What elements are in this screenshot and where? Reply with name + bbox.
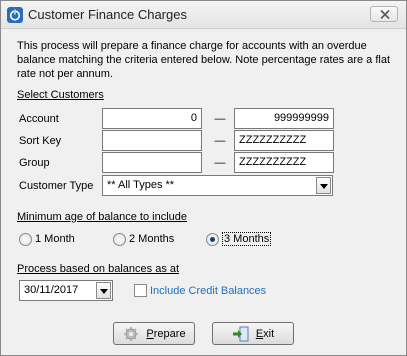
radio-1-month-circle bbox=[19, 232, 32, 246]
process-based-heading: Process based on balances as at bbox=[17, 263, 180, 275]
sort-key-label: Sort Key bbox=[19, 135, 62, 147]
gear-icon bbox=[122, 326, 140, 342]
group-label: Group bbox=[19, 157, 50, 169]
group-from-input[interactable] bbox=[102, 152, 202, 173]
prepare-button[interactable]: Prepare bbox=[113, 322, 195, 345]
chevron-down-icon bbox=[100, 289, 108, 294]
group-to-input[interactable]: ZZZZZZZZZZ bbox=[234, 152, 334, 173]
date-dropdown-button[interactable] bbox=[96, 282, 111, 299]
account-from-input[interactable]: 0 bbox=[102, 108, 202, 129]
exit-button[interactable]: Exit bbox=[212, 322, 294, 345]
group-dash: — bbox=[214, 157, 226, 169]
sort-key-to-input[interactable]: ZZZZZZZZZZ bbox=[234, 130, 334, 151]
sort-key-dash: — bbox=[214, 135, 226, 147]
include-credit-box[interactable] bbox=[134, 284, 147, 297]
close-button[interactable] bbox=[370, 6, 398, 22]
radio-2-months[interactable]: 2 Months bbox=[113, 232, 174, 246]
customer-type-select[interactable]: ** All Types ** bbox=[102, 175, 333, 196]
prepare-button-label: Prepare bbox=[146, 328, 185, 340]
account-dash: — bbox=[214, 113, 226, 125]
sort-key-from-input[interactable] bbox=[102, 130, 202, 151]
radio-2-months-circle bbox=[113, 232, 126, 246]
radio-2-months-label: 2 Months bbox=[129, 233, 175, 245]
window-title: Customer Finance Charges bbox=[28, 7, 187, 22]
power-icon bbox=[7, 7, 23, 23]
exit-button-label: Exit bbox=[256, 328, 274, 340]
customer-type-value: ** All Types ** bbox=[107, 179, 175, 191]
customer-type-dropdown-button[interactable] bbox=[316, 177, 331, 194]
radio-3-months[interactable]: 3 Months bbox=[206, 232, 272, 246]
account-to-input[interactable]: 999999999 bbox=[234, 108, 334, 129]
customer-type-label: Customer Type bbox=[19, 180, 94, 192]
radio-1-month-label: 1 Month bbox=[35, 233, 75, 245]
prepare-mnemonic: P bbox=[146, 327, 154, 340]
chevron-down-icon bbox=[320, 184, 328, 189]
include-credit-label: Include Credit Balances bbox=[150, 284, 267, 297]
include-credit-checkbox[interactable]: Include Credit Balances bbox=[134, 284, 266, 297]
finance-charges-window: Customer Finance Charges This process wi… bbox=[0, 0, 407, 356]
balance-date-picker[interactable]: 30/11/2017 bbox=[19, 280, 113, 301]
intro-text: This process will prepare a finance char… bbox=[17, 40, 391, 80]
prepare-rest: repare bbox=[153, 327, 186, 340]
exit-rest: xit bbox=[263, 327, 275, 340]
min-age-heading: Minimum age of balance to include bbox=[17, 211, 187, 223]
select-customers-heading: Select Customers bbox=[17, 89, 104, 101]
title-bar: Customer Finance Charges bbox=[1, 1, 406, 29]
account-label: Account bbox=[19, 113, 59, 125]
balance-date-value: 30/11/2017 bbox=[24, 284, 79, 296]
radio-3-months-label: 3 Months bbox=[222, 232, 272, 246]
exit-door-icon bbox=[232, 326, 250, 342]
radio-3-months-circle bbox=[206, 232, 219, 246]
radio-1-month[interactable]: 1 Month bbox=[19, 232, 75, 246]
close-icon bbox=[380, 10, 390, 19]
dialog-content: This process will prepare a finance char… bbox=[1, 29, 406, 355]
